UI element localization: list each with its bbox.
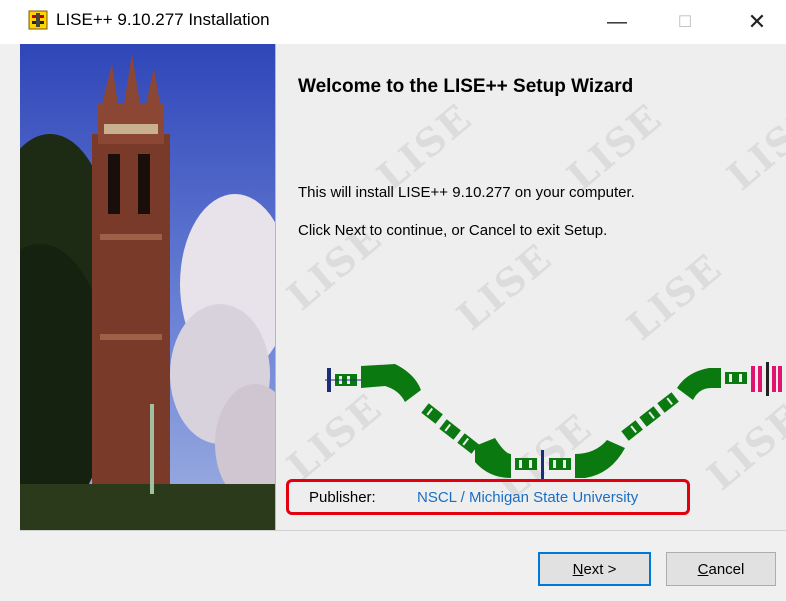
publisher-highlight: Publisher: NSCL / Michigan State Univers… — [286, 479, 690, 515]
watermark-text: LISE — [448, 234, 561, 339]
wizard-content: LISE LISE LISE LISE LISE LISE LISE LISE … — [20, 44, 786, 530]
close-button[interactable]: ✕ — [732, 0, 782, 44]
cancel-label: ancel — [708, 560, 745, 578]
minimize-button[interactable]: — — [592, 0, 642, 44]
button-panel: Next > Cancel — [20, 531, 786, 601]
watermark-text: LISE — [618, 244, 731, 349]
next-accelerator: N — [572, 560, 584, 578]
cancel-accelerator: C — [697, 560, 709, 578]
next-label: ext > — [583, 560, 617, 578]
window-title: LISE++ 9.10.277 Installation — [56, 10, 270, 29]
instruction-text: Click Next to continue, or Cancel to exi… — [298, 222, 608, 239]
publisher-link[interactable]: NSCL / Michigan State University — [417, 489, 638, 506]
installer-window: LISE++ 9.10.277 Installation — ☐ ✕ LISE … — [0, 0, 786, 601]
installer-app-icon — [28, 10, 48, 30]
cancel-button[interactable]: Cancel — [666, 552, 776, 586]
maximize-icon: ☐ — [677, 14, 693, 31]
title-bar[interactable]: LISE++ 9.10.277 Installation — ☐ ✕ — [0, 0, 786, 44]
maximize-button[interactable]: ☐ — [660, 0, 710, 44]
next-button[interactable]: Next > — [538, 552, 651, 586]
welcome-heading: Welcome to the LISE++ Setup Wizard — [298, 76, 634, 97]
close-icon: ✕ — [747, 9, 767, 34]
wizard-side-image — [20, 44, 275, 530]
beamline-logo — [325, 362, 782, 480]
watermark-text: LISE — [718, 94, 786, 199]
publisher-label: Publisher: — [309, 489, 376, 506]
image-divider — [275, 44, 276, 530]
minimize-icon: — — [607, 10, 627, 33]
install-description: This will install LISE++ 9.10.277 on you… — [298, 184, 635, 201]
